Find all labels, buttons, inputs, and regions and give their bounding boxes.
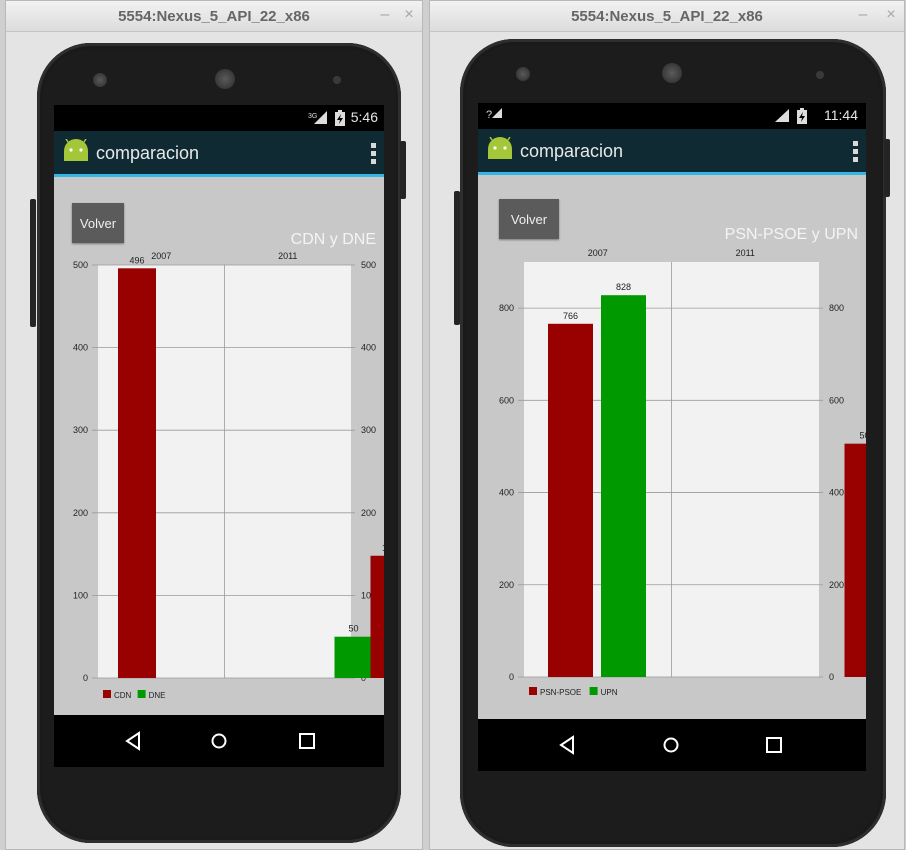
device-screen: ? 11:44 comparacion Volver PSN-PSOE y UP… [478, 103, 866, 771]
y-tick-label: 500 [73, 260, 88, 270]
y-tick-label-right: 400 [829, 488, 844, 498]
y-tick-label: 200 [73, 508, 88, 518]
window-title-bar[interactable]: 5554:Nexus_5_API_22_x86 – × [6, 1, 422, 32]
overflow-menu-icon[interactable] [368, 141, 378, 167]
y-tick-label: 600 [499, 395, 514, 405]
y-tick-label-right: 0 [829, 672, 834, 682]
bar-chart: 0 0 200 200 400 400 600 600 800 800 2007 2011 766 828… [499, 248, 866, 697]
data-label: 828 [616, 282, 631, 292]
legend-swatch [589, 687, 598, 695]
home-icon[interactable] [207, 729, 231, 753]
speaker-grille [215, 69, 235, 89]
action-bar: comparacion [478, 129, 866, 175]
navigation-bar [54, 715, 384, 767]
legend-label: CDN [114, 691, 132, 700]
emulator-window-right: 5554:Nexus_5_API_22_x86 – × ? 11:44 comp… [429, 0, 905, 850]
legend-label: DNE [149, 691, 166, 700]
svg-text:3G: 3G [308, 113, 317, 120]
data-label: 50 [348, 624, 358, 634]
legend-label: UPN [601, 688, 618, 697]
app-title: comparacion [520, 141, 624, 161]
y-tick-label-right: 500 [361, 260, 376, 270]
bar [118, 268, 156, 678]
y-tick-label: 0 [509, 672, 514, 682]
overflow-menu-icon[interactable] [850, 139, 860, 165]
volver-button[interactable]: Volver [72, 203, 124, 243]
y-tick-label-right: 300 [361, 425, 376, 435]
battery-icon [334, 110, 346, 129]
volume-button[interactable] [454, 191, 460, 325]
x-tick-label: 2007 [151, 251, 171, 261]
status-time: 5:46 [350, 109, 378, 125]
bar [548, 323, 593, 677]
chart-title: PSN-PSOE y UPN [724, 226, 858, 243]
back-icon[interactable] [122, 729, 146, 753]
bar-chart: 0010010020020030030040040050050020072011… [73, 251, 384, 700]
volume-button[interactable] [30, 199, 36, 327]
front-camera [93, 73, 107, 87]
proximity-sensor [816, 71, 824, 79]
y-tick-label: 100 [73, 590, 88, 600]
y-tick-label: 200 [499, 580, 514, 590]
battery-icon [796, 108, 808, 127]
legend-swatch [103, 690, 111, 698]
y-tick-label-right: 800 [829, 303, 844, 313]
bar [370, 555, 384, 678]
power-button[interactable] [884, 139, 890, 197]
power-button[interactable] [400, 141, 406, 199]
window-title-bar[interactable]: 5554:Nexus_5_API_22_x86 – × [430, 1, 904, 32]
minimize-button[interactable]: – [376, 5, 394, 25]
home-icon[interactable] [659, 733, 683, 757]
y-tick-label-right: 200 [361, 508, 376, 518]
recents-icon[interactable] [762, 733, 786, 757]
no-sim-icon: ? [486, 108, 503, 121]
navigation-bar [478, 719, 866, 771]
y-tick-label: 800 [499, 303, 514, 313]
volver-button[interactable]: Volver [499, 199, 559, 239]
y-tick-label-right: 200 [829, 580, 844, 590]
status-bar: 3G 5:46 [54, 105, 384, 131]
data-label: 148 [382, 543, 384, 553]
y-tick-label-right: 400 [361, 343, 376, 353]
action-bar: comparacion [54, 131, 384, 177]
y-tick-label: 400 [499, 488, 514, 498]
signal-icon: 3G [308, 110, 328, 127]
minimize-button[interactable]: – [854, 5, 872, 25]
window-title: 5554:Nexus_5_API_22_x86 [571, 8, 763, 25]
legend-label: PSN-PSOE [540, 688, 581, 697]
status-bar: ? 11:44 [478, 103, 866, 129]
android-logo-icon [64, 139, 88, 161]
app-title: comparacion [96, 143, 200, 163]
proximity-sensor [333, 76, 341, 84]
data-label: 766 [563, 311, 578, 321]
y-tick-label: 400 [73, 343, 88, 353]
front-camera [516, 67, 530, 81]
data-label: 496 [129, 255, 144, 265]
speaker-grille [662, 63, 682, 83]
emulator-window-left: 5554:Nexus_5_API_22_x86 – × 3G 5:46 comp… [5, 0, 423, 850]
android-logo-icon [488, 137, 512, 159]
bar [844, 443, 866, 677]
legend-swatch [529, 687, 537, 695]
data-label: 506 [859, 431, 866, 441]
legend-swatch [137, 690, 146, 698]
x-tick-label: 2007 [588, 248, 608, 258]
bar [601, 295, 646, 677]
x-tick-label: 2011 [278, 251, 297, 261]
bar [334, 636, 373, 678]
signal-icon [774, 108, 790, 125]
back-icon[interactable] [556, 733, 580, 757]
y-tick-label-right: 600 [829, 395, 844, 405]
x-tick-label: 2011 [736, 248, 755, 258]
close-button[interactable]: × [400, 5, 418, 25]
y-tick-label: 0 [83, 673, 88, 683]
device-screen: 3G 5:46 comparacion Volver CDN y DNE 001… [54, 105, 384, 767]
window-title: 5554:Nexus_5_API_22_x86 [118, 8, 310, 25]
status-time: 11:44 [824, 107, 858, 123]
y-tick-label: 300 [73, 425, 88, 435]
recents-icon[interactable] [295, 729, 319, 753]
close-button[interactable]: × [882, 5, 900, 25]
